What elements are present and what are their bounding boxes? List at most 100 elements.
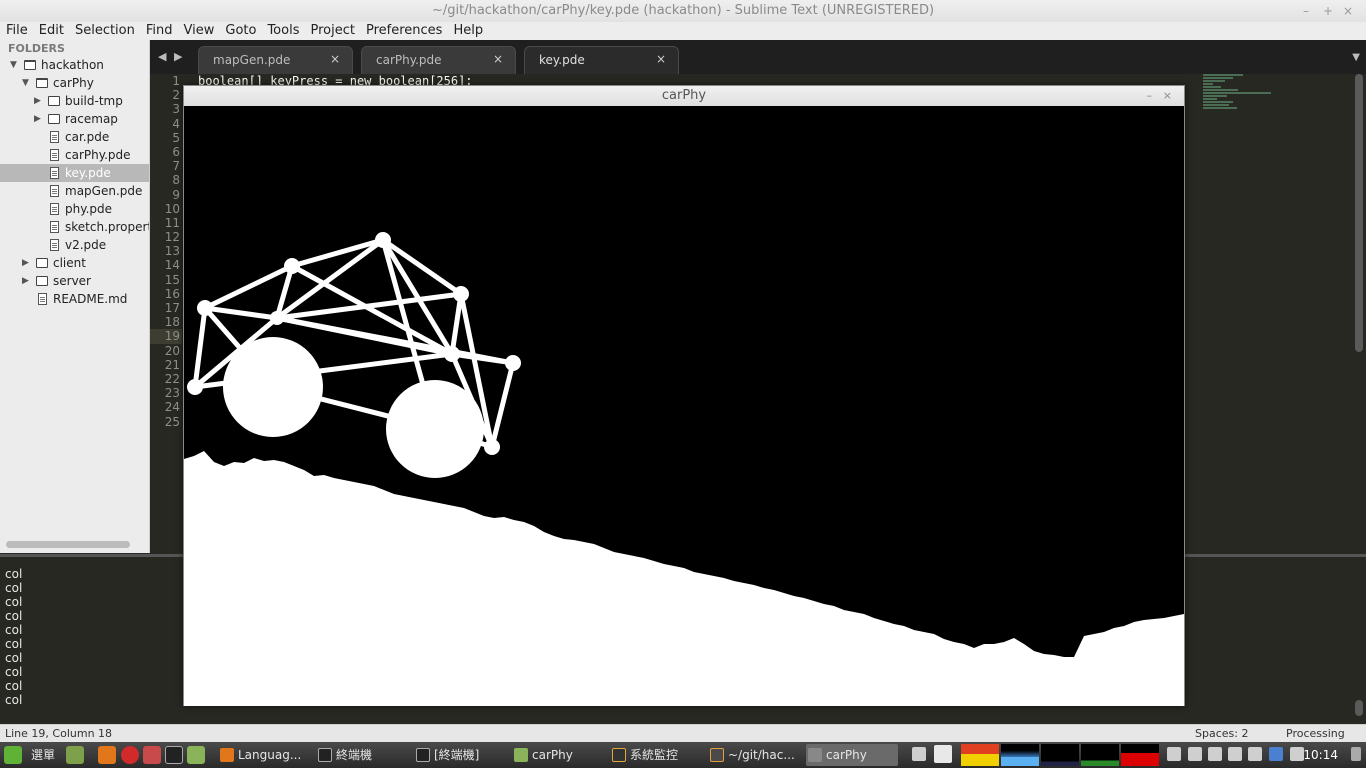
battery-icon[interactable]: [1248, 747, 1262, 761]
taskbar-button-browser[interactable]: Languag...: [218, 744, 310, 766]
menu-selection[interactable]: Selection: [69, 22, 140, 40]
menu-preferences[interactable]: Preferences: [360, 22, 447, 40]
sidebar-item[interactable]: ▶ racemap: [0, 110, 149, 128]
menu-help[interactable]: Help: [447, 22, 488, 40]
taskbar-label: [終端機]: [434, 748, 480, 762]
clipboard-icon[interactable]: [912, 747, 926, 761]
line-number: 3: [172, 102, 180, 117]
close-button[interactable]: ×: [1343, 0, 1353, 22]
tab-label: carPhy.pde: [376, 53, 442, 67]
network-graph: [1041, 744, 1079, 766]
notifications-icon[interactable]: [1351, 747, 1361, 761]
taskbar-button-carphy[interactable]: carPhy: [806, 744, 898, 766]
line-number: 18: [164, 315, 180, 330]
keyboard-icon[interactable]: [1290, 747, 1304, 761]
menu-view[interactable]: View: [178, 22, 220, 40]
collapsed-arrow-icon[interactable]: ▶: [34, 92, 44, 110]
wifi-icon[interactable]: [1208, 747, 1222, 761]
sidebar-item[interactable]: sketch.properties: [0, 218, 149, 236]
taskbar-button-terminal[interactable]: 終端機: [316, 744, 408, 766]
sidebar-item[interactable]: ▶ build-tmp: [0, 92, 149, 110]
sidebar-item[interactable]: key.pde: [0, 164, 149, 182]
user-icon[interactable]: [1167, 747, 1181, 761]
terminal-icon: [416, 748, 430, 762]
sidebar-item[interactable]: mapGen.pde: [0, 182, 149, 200]
tab-mapgen[interactable]: mapGen.pde ×: [198, 46, 353, 74]
sidebar-item[interactable]: README.md: [0, 290, 149, 308]
sidebar-item-label: hackathon: [41, 58, 104, 72]
tab-label: mapGen.pde: [213, 53, 291, 67]
menu-file[interactable]: File: [0, 22, 33, 40]
maximize-button[interactable]: +: [1323, 0, 1333, 22]
line-number: 9: [172, 187, 180, 202]
sketch-close-button[interactable]: ×: [1163, 86, 1172, 106]
tab-next-icon[interactable]: ▶: [174, 50, 182, 63]
console-scrollbar[interactable]: [1355, 700, 1363, 716]
files-launcher-icon[interactable]: [187, 746, 205, 764]
sketch-window[interactable]: carPhy – ×: [183, 85, 1185, 706]
line-number: 6: [172, 144, 180, 159]
menu-label[interactable]: 選單: [31, 742, 55, 768]
editor-scrollbar[interactable]: [1355, 74, 1363, 352]
line-number: 14: [164, 258, 180, 273]
tab-menu-icon[interactable]: ▼: [1352, 52, 1360, 63]
expanded-arrow-icon[interactable]: ▼: [22, 74, 32, 92]
indentation-setting[interactable]: Spaces: 2: [1195, 725, 1248, 743]
sketch-minimize-button[interactable]: –: [1147, 86, 1153, 106]
collapsed-arrow-icon[interactable]: ▶: [34, 110, 44, 128]
taskbar-button-sublime[interactable]: ~/git/hac...: [708, 744, 800, 766]
expanded-arrow-icon[interactable]: ▼: [10, 56, 20, 74]
collapsed-arrow-icon[interactable]: ▶: [22, 272, 32, 290]
menu-goto[interactable]: Goto: [219, 22, 261, 40]
sidebar-item[interactable]: phy.pde: [0, 200, 149, 218]
file-icon: [50, 131, 59, 143]
firefox-launcher-icon[interactable]: [98, 746, 116, 764]
line-number: 23: [164, 386, 180, 401]
tab-prev-icon[interactable]: ◀: [158, 50, 166, 63]
shield-icon[interactable]: [1269, 747, 1283, 761]
menu-project[interactable]: Project: [304, 22, 359, 40]
tab-carphy[interactable]: carPhy.pde ×: [361, 46, 516, 74]
cursor-position: Line 19, Column 18: [5, 727, 113, 740]
sidebar-item[interactable]: ▶ server: [0, 272, 149, 290]
show-desktop-icon[interactable]: [66, 746, 84, 764]
syntax-setting[interactable]: Processing: [1286, 725, 1345, 743]
taskbar-button-system-monitor[interactable]: 系統監控: [610, 744, 702, 766]
sidebar-item[interactable]: ▼ carPhy: [0, 74, 149, 92]
tab-close-icon[interactable]: ×: [493, 52, 503, 66]
line-number: 25: [164, 414, 180, 429]
sidebar-item[interactable]: ▼ hackathon: [0, 56, 149, 74]
sidebar-item[interactable]: car.pde: [0, 128, 149, 146]
tab-key[interactable]: key.pde ×: [524, 46, 679, 74]
sidebar-item[interactable]: carPhy.pde: [0, 146, 149, 164]
menu-tools[interactable]: Tools: [261, 22, 304, 40]
menu-find[interactable]: Find: [140, 22, 178, 40]
opera-launcher-icon[interactable]: [121, 746, 139, 764]
app-launcher-icon[interactable]: [143, 746, 161, 764]
sidebar-item[interactable]: ▶ client: [0, 254, 149, 272]
clock[interactable]: 10:14: [1303, 742, 1338, 768]
tab-close-icon[interactable]: ×: [330, 52, 340, 66]
sidebar-scrollbar[interactable]: [6, 541, 130, 548]
sidebar-item-label: racemap: [65, 112, 118, 126]
minimize-button[interactable]: –: [1303, 0, 1309, 22]
terminal-launcher-icon[interactable]: [165, 746, 183, 764]
tab-close-icon[interactable]: ×: [656, 52, 666, 66]
taskbar-button-terminal-2[interactable]: [終端機]: [414, 744, 506, 766]
github-icon[interactable]: [934, 745, 952, 763]
volume-icon[interactable]: [1228, 747, 1242, 761]
taskbar-button-folder[interactable]: carPhy: [512, 744, 604, 766]
folder-icon: [24, 60, 36, 70]
mint-menu-icon[interactable]: [4, 746, 22, 764]
line-number: 10: [164, 201, 180, 216]
collapsed-arrow-icon[interactable]: ▶: [22, 254, 32, 272]
line-number: 19: [150, 329, 182, 344]
menu-edit[interactable]: Edit: [33, 22, 69, 40]
update-icon[interactable]: [1188, 747, 1202, 761]
minimap[interactable]: [1203, 74, 1283, 134]
sidebar-item-label: build-tmp: [65, 94, 123, 108]
sidebar-item-label: car.pde: [65, 130, 110, 144]
line-number: 17: [164, 301, 180, 315]
sidebar-item[interactable]: v2.pde: [0, 236, 149, 254]
window-title: ~/git/hackathon/carPhy/key.pde (hackatho…: [431, 3, 935, 18]
